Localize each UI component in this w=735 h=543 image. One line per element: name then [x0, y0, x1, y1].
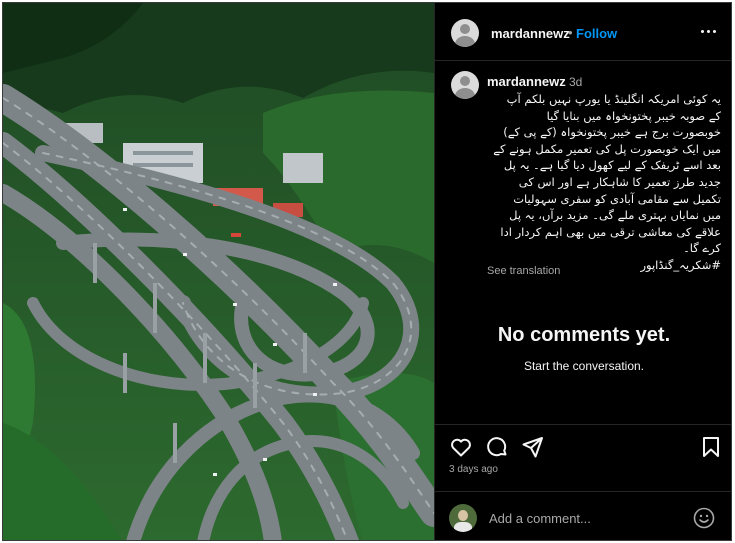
caption-text: یہ کوئی امریکہ انگلینڈ یا یورپ نہیں بلکم…: [493, 92, 721, 272]
caption-username[interactable]: mardannewz: [487, 74, 566, 89]
more-options-icon[interactable]: [699, 21, 719, 41]
post-modal: mardannewz • Follow mardannewz 3d یہ کوئ…: [2, 2, 732, 541]
caption-timestamp[interactable]: 3d: [569, 75, 582, 89]
caption-author-avatar[interactable]: [451, 71, 479, 99]
emoji-icon[interactable]: [693, 507, 715, 529]
comment-icon[interactable]: [485, 435, 509, 459]
start-conversation-text: Start the conversation.: [523, 359, 645, 373]
heart-icon[interactable]: [449, 435, 473, 459]
no-comments-title: No comments yet.: [497, 324, 671, 346]
author-username[interactable]: mardannewz: [491, 26, 570, 41]
post-date[interactable]: 3 days ago: [449, 464, 498, 475]
viewer-avatar: [449, 504, 477, 532]
post-image[interactable]: [3, 3, 434, 540]
comment-bar: [435, 491, 731, 540]
action-bar-divider: [435, 424, 731, 425]
post-header: mardannewz • Follow: [435, 3, 731, 61]
post-side-panel: mardannewz • Follow mardannewz 3d یہ کوئ…: [434, 3, 731, 540]
separator-dot: •: [568, 25, 573, 40]
highway-interchange-photo: [3, 3, 434, 540]
page-frame: mardannewz • Follow mardannewz 3d یہ کوئ…: [0, 0, 735, 543]
follow-button[interactable]: Follow: [576, 26, 617, 41]
share-icon[interactable]: [521, 435, 545, 459]
see-translation-link[interactable]: See translation: [487, 265, 560, 277]
author-avatar[interactable]: [451, 19, 479, 47]
bookmark-icon[interactable]: [699, 435, 723, 459]
comment-input[interactable]: [489, 508, 679, 528]
